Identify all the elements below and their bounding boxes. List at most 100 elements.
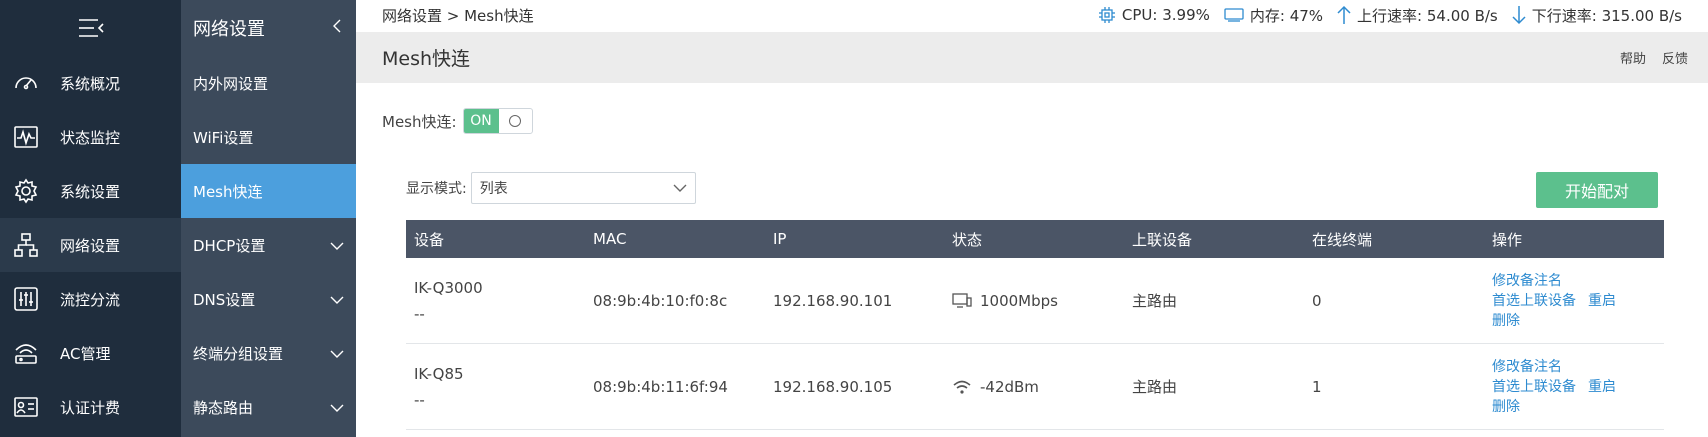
status-value: -42dBm bbox=[980, 377, 1039, 396]
subnav-item-label: DNS设置 bbox=[193, 290, 256, 309]
menu-collapse-icon bbox=[78, 19, 104, 37]
delete-link[interactable]: 删除 bbox=[1492, 313, 1520, 329]
column-header-clients: 在线终端 bbox=[1312, 230, 1373, 249]
sidebar-item-label: 流控分流 bbox=[60, 290, 121, 309]
sidebar-item-label: 状态监控 bbox=[60, 128, 121, 147]
device-remark: -- bbox=[414, 390, 425, 409]
subnav-item-label: 静态路由 bbox=[193, 398, 254, 417]
subnav-item-mesh[interactable]: Mesh快连 bbox=[181, 164, 356, 218]
dashboard-icon bbox=[12, 69, 40, 97]
mac-cell: 08:9b:4b:10:f0:8c bbox=[593, 291, 728, 310]
toggle-on-state: ON bbox=[463, 109, 499, 133]
sidebar-item-network-settings[interactable]: 网络设置 bbox=[0, 218, 181, 272]
cpu-value: CPU: 3.99% bbox=[1121, 6, 1210, 24]
sidebar-item-flow-control[interactable]: 流控分流 bbox=[0, 272, 181, 326]
start-pairing-button[interactable]: 开始配对 bbox=[1536, 172, 1658, 208]
page-title: Mesh快连 bbox=[382, 48, 471, 70]
chevron-down-icon bbox=[330, 290, 344, 308]
restart-link[interactable]: 重启 bbox=[1588, 291, 1616, 311]
prefer-uplink-link[interactable]: 首选上联设备 bbox=[1492, 377, 1576, 397]
sidebar-item-ac-management[interactable]: AC管理 bbox=[0, 326, 181, 380]
mesh-toggle[interactable]: ON bbox=[462, 108, 533, 134]
gear-icon bbox=[12, 177, 40, 205]
column-header-actions: 操作 bbox=[1492, 230, 1523, 249]
sidebar-item-label: 系统设置 bbox=[60, 182, 121, 201]
sidebar-item-overview[interactable]: 系统概况 bbox=[0, 56, 181, 110]
column-header-status-label: 状态 bbox=[952, 230, 983, 249]
upload-stat: 上行速率: 54.00 B/s bbox=[1337, 5, 1498, 26]
display-mode-row: 显示模式: 列表 bbox=[406, 172, 696, 204]
subnav-title-row: 网络设置 bbox=[181, 0, 356, 56]
sidebar-collapse-button[interactable] bbox=[0, 0, 181, 56]
table-row: IK-Q3000 -- 08:9b:4b:10:f0:8c 192.168.90… bbox=[406, 258, 1664, 344]
arrow-down-icon bbox=[1512, 6, 1526, 25]
device-name: IK-Q3000 bbox=[414, 278, 483, 297]
device-name: IK-Q85 bbox=[414, 364, 464, 383]
breadcrumb: 网络设置 > Mesh快连 bbox=[382, 6, 534, 25]
download-stat: 下行速率: 315.00 B/s bbox=[1512, 5, 1682, 26]
clients-cell: 1 bbox=[1312, 377, 1322, 396]
uplink-cell: 主路由 bbox=[1132, 378, 1178, 396]
main-sidebar: 系统概况 状态监控 系统设置 网络设置 流控分流 AC管理 认证计费 bbox=[0, 0, 181, 437]
memory-value: 内存: 47% bbox=[1249, 6, 1324, 25]
prefer-uplink-link[interactable]: 首选上联设备 bbox=[1492, 291, 1576, 311]
subnav-item-lan-wan[interactable]: 内外网设置 bbox=[181, 56, 356, 110]
subnav-title: 网络设置 bbox=[193, 19, 265, 40]
header-links: 帮助 反馈 bbox=[1620, 48, 1688, 67]
subnav-item-dns[interactable]: DNS设置 bbox=[181, 272, 356, 326]
sidebar-item-label: 网络设置 bbox=[60, 236, 121, 255]
subnav-item-dhcp[interactable]: DHCP设置 bbox=[181, 218, 356, 272]
id-card-icon bbox=[12, 393, 40, 421]
mesh-device-table: 设备 MAC IP 状态 上联设备 在线终端 操作 IK-Q3000 -- 08… bbox=[406, 220, 1664, 430]
upload-value: 上行速率: 54.00 B/s bbox=[1357, 6, 1498, 25]
chevron-left-icon[interactable] bbox=[332, 18, 342, 39]
sidebar-item-monitor[interactable]: 状态监控 bbox=[0, 110, 181, 164]
delete-link[interactable]: 删除 bbox=[1492, 399, 1520, 415]
actions-cell: 修改备注名 首选上联设备 重启 删除 bbox=[1484, 357, 1664, 417]
feedback-link[interactable]: 反馈 bbox=[1662, 48, 1688, 67]
mac-cell: 08:9b:4b:11:6f:94 bbox=[593, 377, 728, 396]
subnav-item-static-route[interactable]: 静态路由 bbox=[181, 380, 356, 434]
edit-remark-link[interactable]: 修改备注名 bbox=[1492, 359, 1562, 375]
mesh-toggle-row: Mesh快连: ON bbox=[382, 108, 533, 134]
restart-link[interactable]: 重启 bbox=[1588, 377, 1616, 397]
column-header-ip: IP bbox=[773, 230, 787, 248]
column-header-uplink: 上联设备 bbox=[1132, 230, 1193, 249]
mesh-toggle-label: Mesh快连: bbox=[382, 112, 457, 131]
wifi-icon bbox=[953, 380, 971, 394]
subnav-item-wifi[interactable]: WiFi设置 bbox=[181, 110, 356, 164]
subnav-item-terminal-group[interactable]: 终端分组设置 bbox=[181, 326, 356, 380]
memory-icon bbox=[1224, 8, 1244, 22]
device-remark: -- bbox=[414, 304, 425, 323]
network-icon bbox=[12, 231, 40, 259]
help-link[interactable]: 帮助 bbox=[1620, 48, 1646, 67]
top-bar: 网络设置 > Mesh快连 CPU: 3.99% 内存: 47% 上行速率: 5… bbox=[356, 0, 1708, 30]
sidebar-item-system-settings[interactable]: 系统设置 bbox=[0, 164, 181, 218]
column-header-device: 设备 bbox=[414, 230, 445, 249]
sidebar-item-auth-billing[interactable]: 认证计费 bbox=[0, 380, 181, 434]
sidebar-item-label: AC管理 bbox=[60, 344, 111, 363]
sub-sidebar: 网络设置 内外网设置 WiFi设置 Mesh快连 DHCP设置 DNS设置 终端… bbox=[181, 0, 356, 437]
chevron-down-icon bbox=[673, 180, 687, 196]
chevron-down-icon bbox=[330, 344, 344, 362]
subnav-item-label: WiFi设置 bbox=[193, 128, 254, 147]
table-row: IK-Q85 -- 08:9b:4b:11:6f:94 192.168.90.1… bbox=[406, 344, 1664, 430]
edit-remark-link[interactable]: 修改备注名 bbox=[1492, 273, 1562, 289]
status-cell: 1000Mbps bbox=[944, 292, 1124, 310]
clients-cell: 0 bbox=[1312, 291, 1322, 310]
sliders-icon bbox=[12, 285, 40, 313]
memory-stat: 内存: 47% bbox=[1224, 5, 1323, 26]
page-header: Mesh快连 帮助 反馈 bbox=[356, 32, 1708, 83]
subnav-item-label: Mesh快连 bbox=[193, 182, 263, 201]
system-stats: CPU: 3.99% 内存: 47% 上行速率: 54.00 B/s 下行速率:… bbox=[1098, 5, 1682, 26]
ip-cell: 192.168.90.105 bbox=[773, 377, 893, 396]
subnav-item-label: DHCP设置 bbox=[193, 236, 266, 255]
status-cell: -42dBm bbox=[944, 378, 1124, 396]
display-mode-select[interactable]: 列表 bbox=[470, 172, 696, 204]
subnav-item-label: 内外网设置 bbox=[193, 74, 269, 93]
toggle-knob bbox=[499, 109, 532, 133]
display-mode-label: 显示模式: bbox=[406, 181, 467, 197]
column-header-mac: MAC bbox=[593, 230, 627, 248]
wireless-ap-icon bbox=[12, 339, 40, 367]
column-header-status: 状态 bbox=[944, 229, 1124, 250]
